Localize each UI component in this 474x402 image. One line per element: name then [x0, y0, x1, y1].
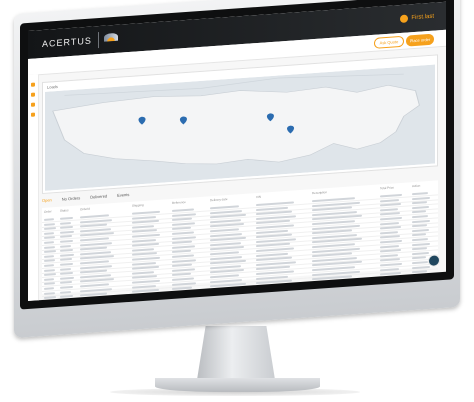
brand-mark-icon [104, 32, 118, 42]
col-description[interactable]: Description [312, 190, 327, 195]
dashboard-icon[interactable] [31, 82, 35, 87]
table-cell [312, 298, 352, 302]
table-cell [256, 298, 288, 302]
monitor-stand [196, 326, 276, 386]
col-reference[interactable]: Reference [172, 200, 186, 205]
monitor-base [155, 378, 320, 392]
table-cell [210, 292, 245, 297]
sidebar [28, 74, 39, 302]
table-cell [60, 299, 74, 302]
table-cell [380, 290, 399, 295]
col-vin[interactable]: VIN [256, 195, 261, 199]
user-avatar-icon [400, 14, 409, 23]
col-action[interactable]: Action [412, 184, 420, 189]
table-cell [380, 285, 402, 290]
table-cell [312, 289, 355, 295]
col-shipping[interactable]: Shipping [132, 203, 144, 208]
table-cell [172, 296, 192, 300]
table-cell [172, 291, 195, 295]
table-cell [312, 284, 362, 290]
table-cell [380, 299, 398, 302]
reports-icon[interactable] [31, 102, 35, 107]
col-orderid[interactable]: Orderid [80, 207, 90, 212]
us-map[interactable] [45, 64, 435, 191]
table-cell [256, 289, 290, 294]
map-title: Loads [47, 83, 58, 90]
col-total-price[interactable]: Total Price [380, 185, 394, 190]
chat-icon[interactable] [428, 254, 440, 268]
table-cell [412, 284, 429, 288]
ask-quote-button[interactable]: Ask Quote [374, 35, 404, 49]
table-cell [132, 298, 158, 302]
col-status[interactable]: Status [60, 208, 69, 213]
monitor-bezel: ACERTUS First.last Ask Quote Place order [20, 0, 454, 310]
table-cell [256, 293, 294, 299]
table-cell [412, 297, 430, 301]
monitor: ACERTUS First.last Ask Quote Place order [14, 0, 460, 338]
user-menu[interactable]: First.last [400, 13, 434, 23]
table-cell [412, 293, 428, 297]
table-cell [412, 288, 430, 292]
table-cell [380, 276, 398, 281]
table-cell [172, 300, 194, 302]
place-order-button[interactable]: Place order [406, 33, 434, 47]
tab-events[interactable]: Events [117, 192, 129, 198]
brand-logo[interactable]: ACERTUS [42, 36, 92, 49]
table-cell [210, 287, 241, 293]
table-cell [412, 279, 427, 283]
row-divider [42, 300, 438, 302]
brand-divider [98, 32, 99, 49]
screen: ACERTUS First.last Ask Quote Place order [28, 1, 446, 302]
col-order[interactable]: Order [44, 209, 52, 214]
table-cell [312, 279, 357, 285]
table-cell [380, 281, 400, 285]
table-cell [210, 297, 239, 302]
tab-delivered[interactable]: Delivered [90, 193, 107, 199]
tab-open[interactable]: Open [42, 197, 52, 203]
table-cell [312, 293, 360, 299]
table-cell [256, 284, 296, 289]
table-tabs: Open No Orders Delivered Events [42, 192, 129, 203]
tab-no-orders[interactable]: No Orders [62, 195, 80, 201]
table-row[interactable] [42, 296, 438, 302]
table-cell [380, 295, 401, 299]
col-delivery-date[interactable]: Delivery date [210, 197, 228, 202]
table-cell [412, 274, 430, 278]
settings-icon[interactable] [31, 112, 35, 117]
table-cell [80, 297, 111, 302]
user-name: First.last [411, 13, 434, 22]
orders-icon[interactable] [31, 92, 35, 97]
map-panel: Loads [42, 54, 438, 195]
row-divider [42, 295, 438, 302]
table-cell [132, 293, 155, 298]
